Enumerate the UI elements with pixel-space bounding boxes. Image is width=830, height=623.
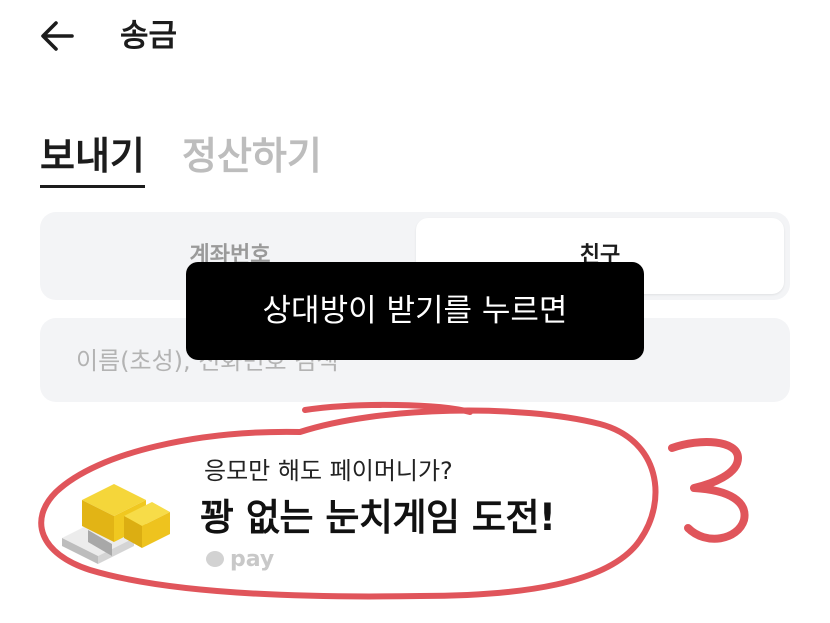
tab-send[interactable]: 보내기 [40,130,145,188]
banner-headline: 꽝 없는 눈치게임 도전! [200,496,556,539]
arrow-left-icon [41,21,74,51]
gold-box-icon [52,460,172,570]
banner-subtitle: 응모만 해도 페이머니가? [204,457,453,485]
back-button[interactable] [34,12,82,60]
toast-message: 상대방이 받기를 누르면 [186,262,644,360]
app-header: 송금 [0,0,830,80]
page-title: 송금 [120,18,178,54]
brand-text: pay [230,547,275,572]
promo-banner[interactable]: 응모만 해도 페이머니가? 꽝 없는 눈치게임 도전! pay [40,440,800,590]
speech-bubble-icon [206,551,224,567]
tab-settle[interactable]: 정산하기 [182,130,322,182]
